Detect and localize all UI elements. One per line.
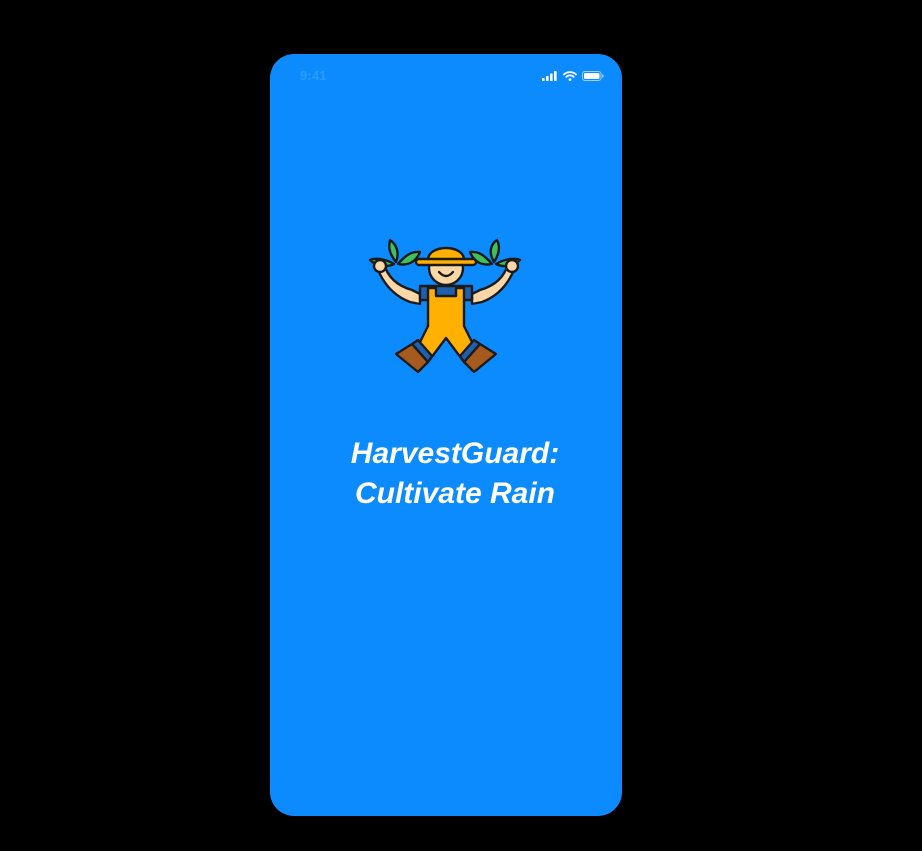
wifi-icon (563, 68, 577, 86)
splash-screen: 9:41 HarvestGuard: Cultivate Rain (270, 54, 622, 816)
status-time: 9:41 (300, 68, 327, 83)
app-title-line-2: Cultivate Rain (354, 477, 556, 510)
battery-icon (582, 68, 604, 86)
signal-icon (542, 68, 558, 86)
app-title-line-1: HarvestGuard: (350, 437, 560, 470)
farmer-icon (366, 230, 526, 382)
status-icons (542, 71, 604, 83)
app-title: HarvestGuard: Cultivate Rain (270, 434, 622, 514)
status-bar: 9:41 (270, 54, 622, 98)
